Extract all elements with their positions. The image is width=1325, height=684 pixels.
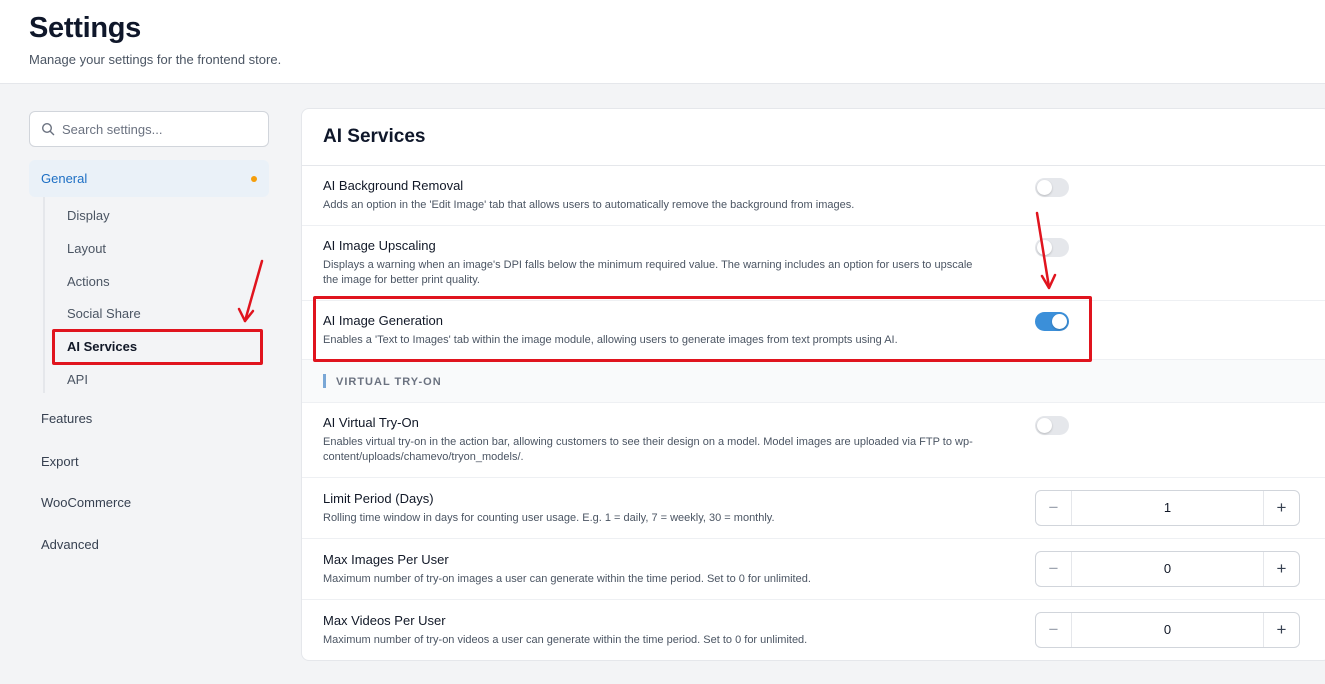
limit-period-value[interactable]: 1 (1072, 491, 1263, 525)
toggle-knob (1037, 240, 1052, 255)
setting-title: Max Images Per User (323, 552, 449, 567)
setting-row-max-videos: Max Videos Per User Maximum number of tr… (302, 600, 1325, 661)
setting-title: Max Videos Per User (323, 613, 446, 628)
setting-description: Maximum number of try-on images a user c… (323, 573, 811, 585)
decrement-button[interactable]: − (1036, 613, 1072, 647)
ai-services-panel: AI Services AI Background Removal Adds a… (301, 108, 1325, 661)
setting-description: Adds an option in the 'Edit Image' tab t… (323, 199, 855, 211)
setting-row-virtual-try-on: AI Virtual Try-On Enables virtual try-on… (302, 403, 1325, 478)
setting-title: Limit Period (Days) (323, 491, 434, 506)
setting-row-background-removal: AI Background Removal Adds an option in … (302, 166, 1325, 226)
increment-button[interactable]: + (1263, 552, 1299, 586)
section-label: VIRTUAL TRY-ON (336, 376, 442, 388)
toggle-knob (1037, 418, 1052, 433)
section-accent-bar (323, 374, 326, 388)
panel-title: AI Services (323, 126, 426, 147)
setting-description: Maximum number of try-on videos a user c… (323, 634, 808, 646)
sidebar-item-general[interactable]: General (29, 160, 269, 197)
search-icon (41, 122, 55, 136)
sidebar-item-social-share[interactable]: Social Share (67, 306, 141, 321)
sidebar-item-actions[interactable]: Actions (67, 274, 110, 289)
increment-button[interactable]: + (1263, 613, 1299, 647)
sidebar-item-features[interactable]: Features (41, 411, 92, 426)
setting-row-limit-period: Limit Period (Days) Rolling time window … (302, 478, 1325, 539)
annotation-highlight-ai-services (52, 329, 263, 365)
sidebar-item-display[interactable]: Display (67, 208, 110, 223)
limit-period-stepper: − 1 + (1035, 490, 1300, 526)
decrement-button[interactable]: − (1036, 552, 1072, 586)
image-upscaling-toggle[interactable] (1035, 238, 1069, 257)
page-title: Settings (29, 12, 141, 44)
max-videos-value[interactable]: 0 (1072, 613, 1263, 647)
page-header: Settings Manage your settings for the fr… (0, 0, 1325, 84)
sidebar-item-woocommerce[interactable]: WooCommerce (41, 495, 131, 510)
setting-row-max-images: Max Images Per User Maximum number of tr… (302, 539, 1325, 600)
max-images-value[interactable]: 0 (1072, 552, 1263, 586)
max-images-stepper: − 0 + (1035, 551, 1300, 587)
setting-description: Enables virtual try-on in the action bar… (323, 436, 973, 463)
toggle-knob (1037, 180, 1052, 195)
sidebar-item-general-label: General (41, 171, 88, 186)
annotation-highlight-image-generation (313, 296, 1092, 362)
search-input[interactable] (62, 118, 262, 140)
background-removal-toggle[interactable] (1035, 178, 1069, 197)
setting-title: AI Virtual Try-On (323, 415, 419, 430)
setting-row-image-upscaling: AI Image Upscaling Displays a warning wh… (302, 226, 1325, 301)
setting-description: Displays a warning when an image's DPI f… (323, 259, 973, 286)
page-subtitle: Manage your settings for the frontend st… (29, 52, 282, 67)
increment-button[interactable]: + (1263, 491, 1299, 525)
section-header-virtual-try-on: VIRTUAL TRY-ON (302, 360, 1325, 403)
setting-description: Rolling time window in days for counting… (323, 512, 775, 524)
sidebar-item-api[interactable]: API (67, 372, 88, 387)
setting-title: AI Background Removal (323, 178, 464, 193)
sidebar-item-advanced[interactable]: Advanced (41, 537, 99, 552)
max-videos-stepper: − 0 + (1035, 612, 1300, 648)
search-box[interactable] (29, 111, 269, 147)
sidebar-item-export[interactable]: Export (41, 454, 79, 469)
sidebar-item-layout[interactable]: Layout (67, 241, 106, 256)
setting-title: AI Image Upscaling (323, 238, 436, 253)
virtual-try-on-toggle[interactable] (1035, 416, 1069, 435)
unsaved-indicator-dot (251, 176, 257, 182)
decrement-button[interactable]: − (1036, 491, 1072, 525)
